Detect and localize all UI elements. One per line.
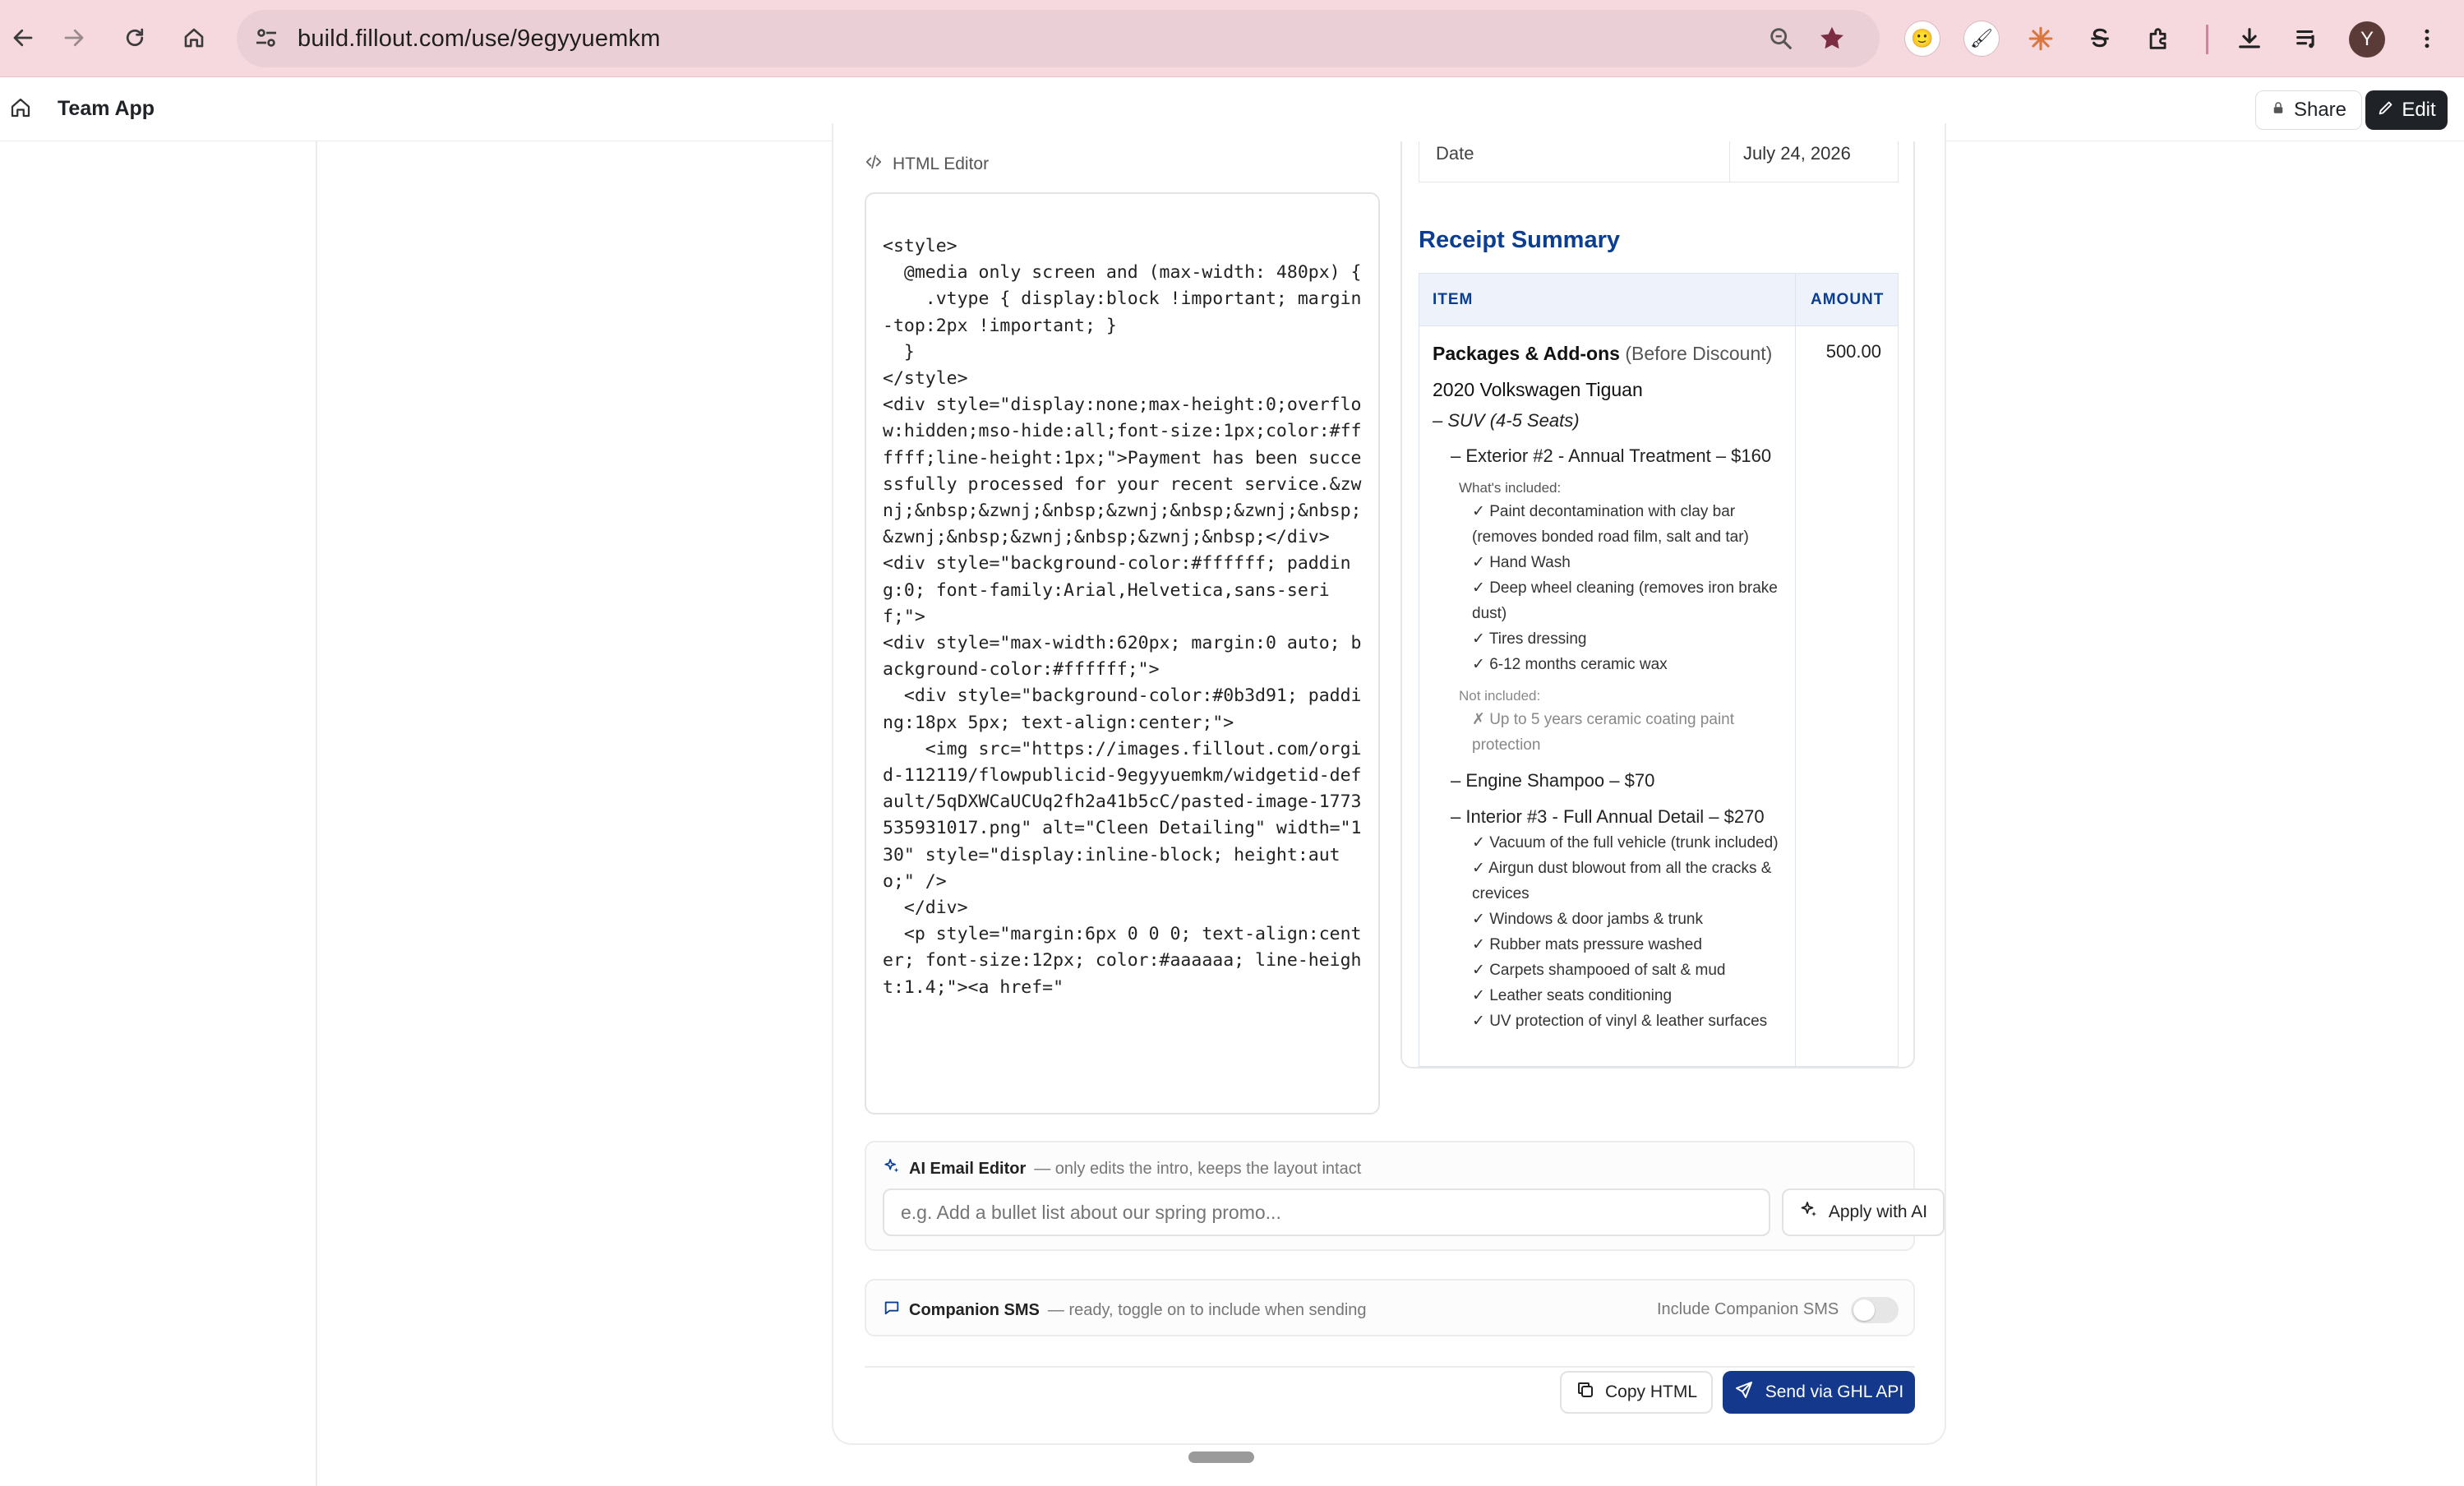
interior-item: ✓ Carpets shampooed of salt & mud (1472, 962, 1726, 979)
interior-item: ✓ Rubber mats pressure washed (1472, 936, 1702, 953)
vehicle-name: 2020 Volkswagen Tiguan (1433, 379, 1643, 400)
url-text[interactable]: build.fillout.com/use/9egyyuemkm (298, 25, 661, 53)
sms-subtitle: — ready, toggle on to include when sendi… (1047, 1300, 1367, 1319)
extension-brush-icon[interactable]: 🖌 (1961, 18, 2002, 59)
receipt-amount-cell: 500.00 (1825, 341, 1881, 362)
copy-html-button[interactable]: Copy HTML (1560, 1371, 1713, 1414)
html-editor-label: HTML Editor (865, 153, 989, 176)
app-title: Team App (58, 97, 155, 120)
html-code-text[interactable]: <style> @media only screen and (max-widt… (883, 233, 1368, 1001)
extension-claude-icon[interactable] (2020, 18, 2061, 59)
ai-prompt-input[interactable] (883, 1188, 1770, 1236)
site-settings-icon[interactable] (251, 23, 281, 57)
interior-item: ✓ Vacuum of the full vehicle (trunk incl… (1472, 834, 1779, 851)
edit-button[interactable]: Edit (2365, 90, 2448, 130)
edit-label: Edit (2402, 99, 2436, 121)
col-item: ITEM (1419, 274, 1796, 325)
copy-icon (1576, 1380, 1595, 1405)
zoom-icon[interactable] (1767, 25, 1795, 57)
share-label: Share (2293, 99, 2347, 121)
receipt-table-header: ITEM AMOUNT (1419, 274, 1898, 326)
extension-face-icon[interactable]: 🙂 (1902, 18, 1943, 59)
service-engine: – Engine Shampoo – $70 (1451, 770, 1655, 791)
actions-divider (865, 1366, 1915, 1368)
companion-sms-panel: Companion SMS — ready, toggle on to incl… (865, 1279, 1915, 1336)
html-editor-title: HTML Editor (893, 155, 990, 173)
include-sms-label: Include Companion SMS (1657, 1300, 1839, 1318)
html-code-editor[interactable]: <style> @media only screen and (max-widt… (865, 192, 1380, 1114)
date-label: Date (1419, 141, 1730, 182)
media-queue-icon[interactable] (2286, 18, 2328, 59)
send-icon (1734, 1380, 1754, 1405)
toggle-knob (1853, 1299, 1875, 1321)
toolbar-separator (2206, 25, 2208, 54)
receipt-item-cell: Packages & Add-ons (Before Discount) 202… (1419, 326, 1796, 1066)
back-icon[interactable] (2, 16, 44, 59)
code-icon (865, 153, 883, 176)
included-label: What's included: (1459, 480, 1562, 496)
app-home-icon[interactable] (8, 95, 33, 124)
reload-icon[interactable] (113, 16, 156, 59)
browser-toolbar: build.fillout.com/use/9egyyuemkm 🙂 🖌 Y (0, 0, 2464, 77)
not-included-label: Not included: (1459, 688, 1541, 704)
included-item: ✓ 6-12 months ceramic wax (1472, 656, 1668, 673)
sparkles-icon (1799, 1200, 1819, 1225)
receipt-table: ITEM AMOUNT Packages & Add-ons (Before D… (1419, 273, 1899, 1067)
kebab-menu-icon[interactable] (2406, 18, 2448, 59)
receipt-row: Packages & Add-ons (Before Discount) 202… (1419, 326, 1898, 1066)
forward-icon[interactable] (53, 16, 95, 59)
copy-html-label: Copy HTML (1604, 1382, 1698, 1401)
extension-s-icon[interactable] (2079, 18, 2120, 59)
included-item: ✓ Hand Wash (1472, 554, 1571, 571)
interior-item: ✓ Leather seats conditioning (1472, 987, 1673, 1004)
included-item: ✓ Paint decontamination with clay bar (r… (1472, 503, 1749, 546)
profile-avatar[interactable]: Y (2349, 21, 2385, 58)
ai-email-editor: AI Email Editor — only edits the intro, … (865, 1141, 1945, 1251)
email-preview: Date July 24, 2026 Receipt Summary ITEM … (1400, 141, 1915, 1068)
included-item: ✓ Tires dressing (1472, 630, 1587, 648)
col-amount: AMOUNT (1811, 291, 1885, 308)
sms-title: Companion SMS (909, 1300, 1040, 1319)
package-line: Packages & Add-ons (Before Discount) (1433, 339, 1795, 367)
included-item: ✓ Deep wheel cleaning (removes iron brak… (1472, 579, 1778, 622)
interior-item: ✓ Windows & door jambs & trunk (1472, 911, 1703, 928)
apply-with-ai-button[interactable]: Apply with AI (1782, 1188, 1945, 1236)
extensions-puzzle-icon[interactable] (2139, 18, 2180, 59)
left-pane-divider (316, 141, 317, 1486)
share-button[interactable]: Share (2255, 90, 2362, 130)
sparkles-icon (883, 1157, 901, 1180)
not-included-item: ✗ Up to 5 years ceramic coating paint pr… (1472, 711, 1735, 754)
pencil-icon (2377, 99, 2395, 122)
sms-header: Companion SMS — ready, toggle on to incl… (883, 1299, 1367, 1322)
address-bar[interactable]: build.fillout.com/use/9egyyuemkm (237, 10, 1880, 67)
interior-item: ✓ UV protection of vinyl & leather surfa… (1472, 1013, 1768, 1030)
send-via-ghl-label: Send via GHL API (1765, 1382, 1904, 1401)
interior-item: ✓ Airgun dust blowout from all the crack… (1472, 860, 1772, 902)
include-sms-toggle[interactable] (1851, 1297, 1899, 1323)
bookmark-star-icon[interactable] (1816, 23, 1848, 58)
date-value: July 24, 2026 (1743, 143, 1851, 164)
package-note: (Before Discount) (1625, 343, 1773, 364)
receipt-summary-title: Receipt Summary (1419, 227, 1620, 253)
home-icon[interactable] (173, 16, 215, 59)
package-title: Packages & Add-ons (1433, 343, 1620, 364)
ai-editor-header: AI Email Editor — only edits the intro, … (883, 1157, 1361, 1180)
vehicle-type: – SUV (4-5 Seats) (1433, 410, 1580, 431)
lock-icon (2271, 99, 2286, 122)
ai-editor-title: AI Email Editor (909, 1159, 1027, 1178)
send-via-ghl-button[interactable]: Send via GHL API (1723, 1371, 1915, 1414)
download-icon[interactable] (2229, 18, 2270, 59)
date-row: Date July 24, 2026 (1419, 141, 1899, 182)
chat-bubble-icon (883, 1299, 901, 1322)
ai-editor-subtitle: — only edits the intro, keeps the layout… (1034, 1159, 1362, 1178)
apply-with-ai-label: Apply with AI (1828, 1202, 1928, 1221)
scroll-handle[interactable] (1188, 1451, 1254, 1463)
service-interior: – Interior #3 - Full Annual Detail – $27… (1451, 806, 1765, 827)
service-exterior: – Exterior #2 - Annual Treatment – $160 (1451, 445, 1772, 466)
